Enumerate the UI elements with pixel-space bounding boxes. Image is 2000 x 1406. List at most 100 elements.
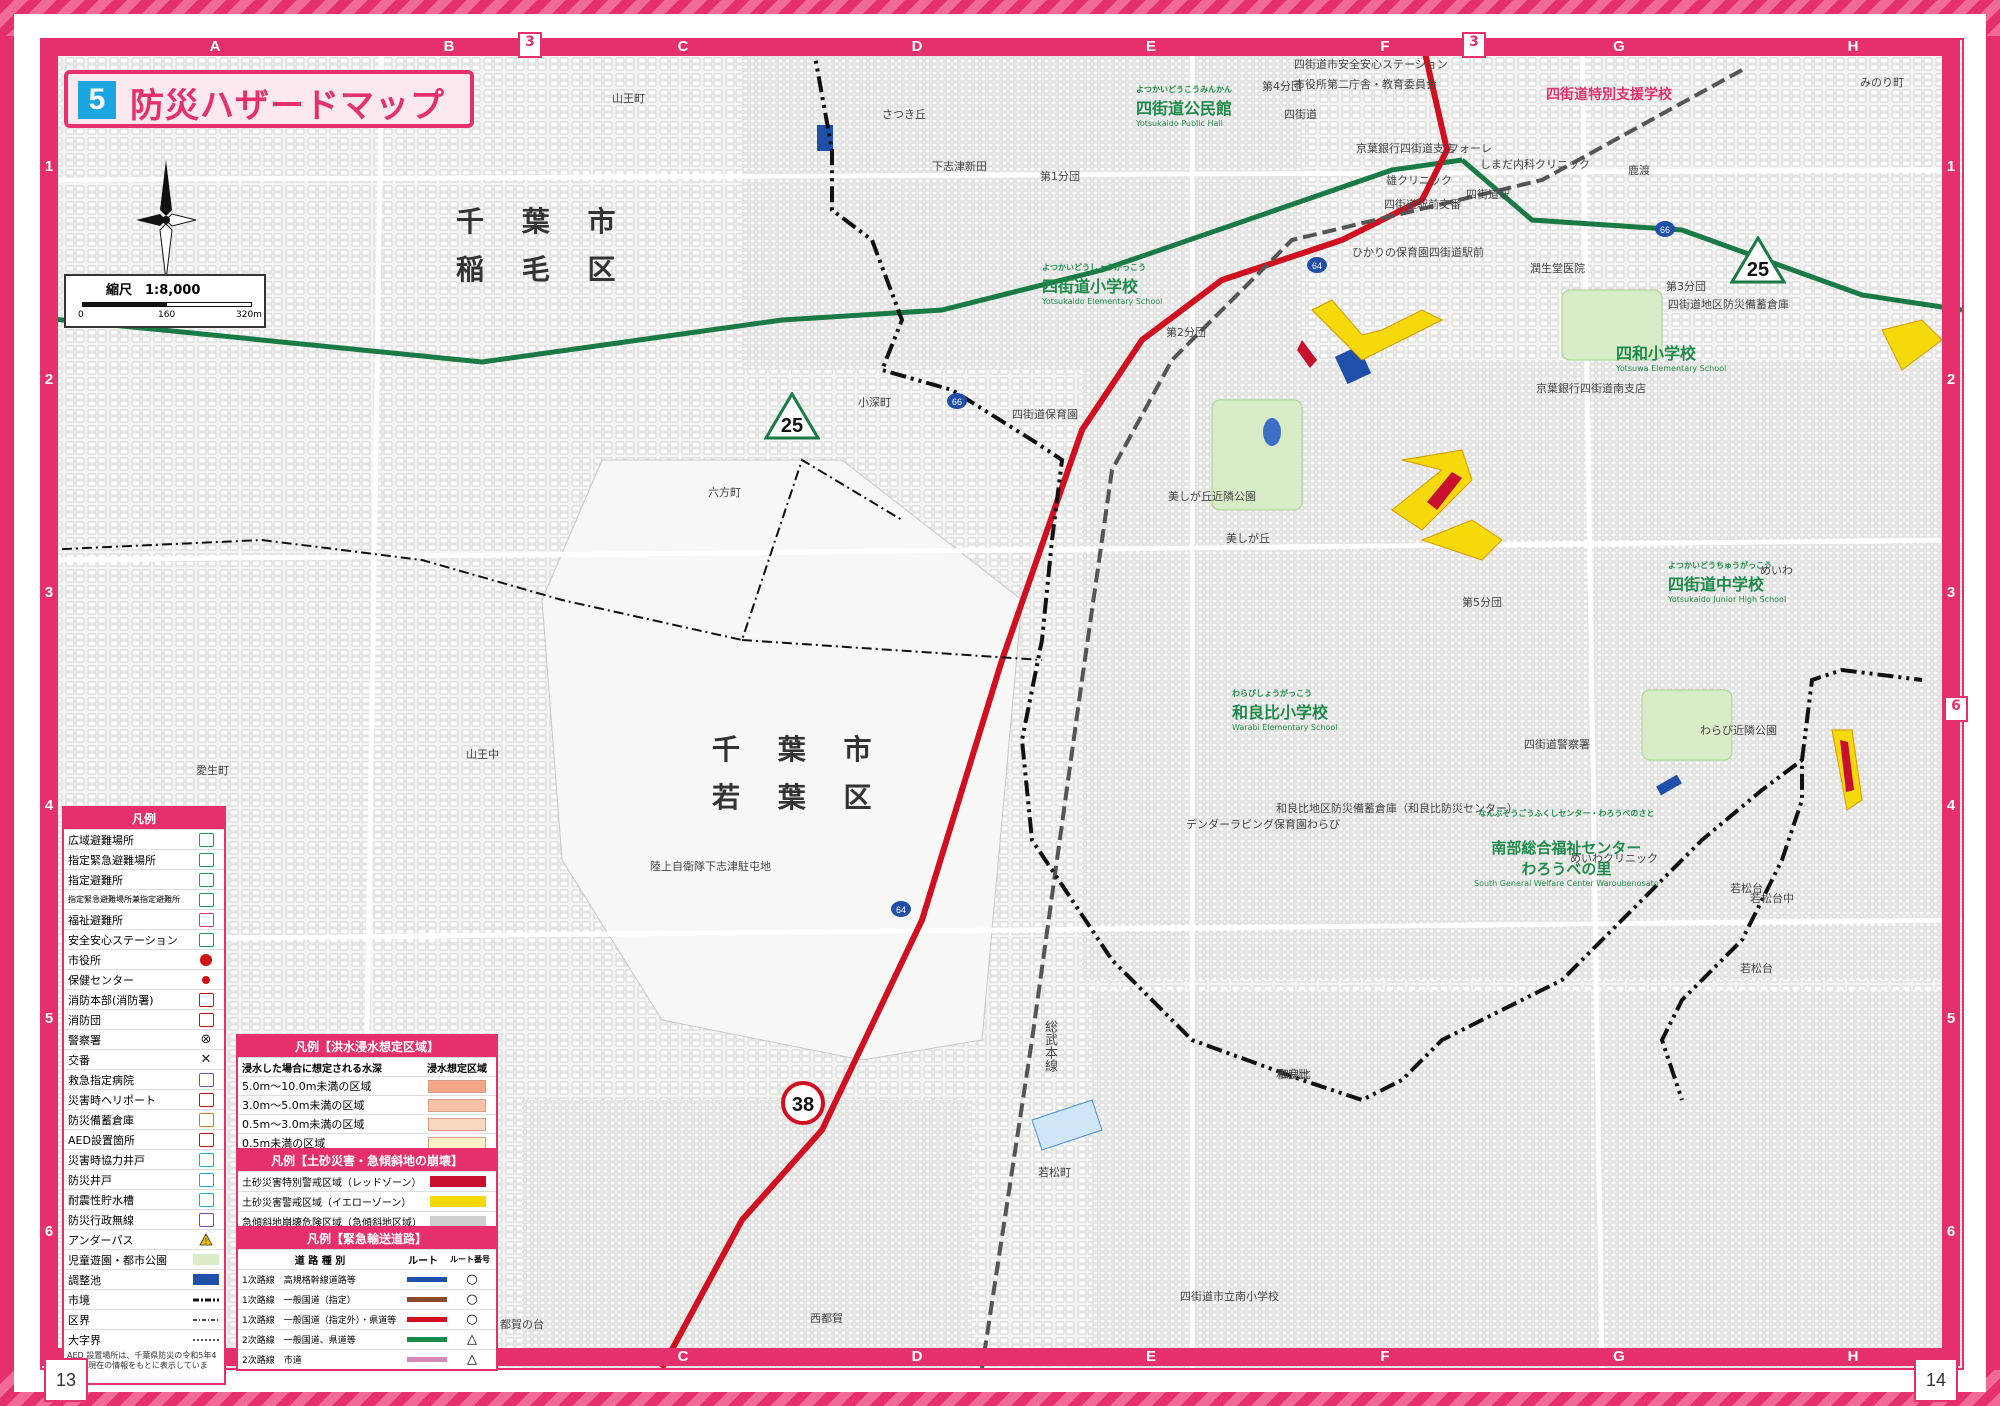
shelter-icon xyxy=(192,872,220,887)
place-label: 山王中 xyxy=(466,748,499,761)
facility-yotsukaido-es[interactable]: よつかいどうしょうがっこう 四街道小学校 Yotsukaido Elementa… xyxy=(1042,262,1162,306)
grid-col-E-bottom: E xyxy=(1145,1348,1156,1365)
route-row-label: 2次路線 一般国道、県道等 xyxy=(242,1336,356,1346)
place-label: 京葉銀行四街道支店 xyxy=(1356,142,1455,155)
route-legend-title: 凡例【緊急輸送道路】 xyxy=(238,1228,496,1249)
safety-station-icon xyxy=(192,932,220,947)
legend-item-label: 保健センター xyxy=(68,973,134,987)
route-legend-row: 1次路線 一般国道（指定） ○ xyxy=(238,1289,496,1309)
legend-item: 広域避難場所 xyxy=(64,829,224,849)
legend-item-label: 広域避難場所 xyxy=(68,833,134,847)
legend-item-label: 指定避難所 xyxy=(68,873,123,887)
grid-ruler-top: A B C D E F G H xyxy=(40,38,1960,56)
legend-item-label: 災害時協力井戸 xyxy=(68,1153,145,1167)
facility-warabi-es[interactable]: わらびしょうがっこう 和良比小学校 Warabi Elementary Scho… xyxy=(1232,688,1337,732)
section-number: 5 xyxy=(78,81,116,119)
legend-panel: 凡例 広域避難場所 指定緊急避難場所 指定避難所 指定緊急避難場所兼指定避難所 福祉避難… xyxy=(62,806,226,1385)
legend-item-label: 救急指定病院 xyxy=(68,1073,134,1087)
legend-item-label: 消防団 xyxy=(68,1013,101,1027)
legend-item-label: 防災備蓄倉庫 xyxy=(68,1113,134,1127)
legend-item: アンダーパス! xyxy=(64,1229,224,1249)
place-label: 陸上自衛隊下志津駐屯地 xyxy=(650,860,771,873)
dense-blocks-south xyxy=(522,1100,972,1368)
police-station-icon: ⊗ xyxy=(200,1032,212,1047)
park-swatch xyxy=(192,1253,220,1266)
place-label: フォーレ xyxy=(1448,142,1492,155)
grid-col-E: E xyxy=(1145,38,1156,55)
svg-text:!: ! xyxy=(204,1237,207,1246)
legend-item-label: 市役所 xyxy=(68,953,101,967)
route-legend-row: 2次路線 一般国道、県道等 △ xyxy=(238,1329,496,1349)
legend-item: 防災備蓄倉庫 xyxy=(64,1109,224,1129)
route-25-east-label: 25 xyxy=(1747,259,1769,281)
route-marker: △ xyxy=(467,1352,477,1367)
grid-row-5-right: 5 xyxy=(1946,1010,1956,1027)
legend-item: 児童遊園・都市公園 xyxy=(64,1249,224,1269)
place-label: 若松町 xyxy=(1038,1166,1071,1179)
route-legend-row: 2次路線 市道 △ xyxy=(238,1349,496,1369)
route-swatch xyxy=(407,1317,447,1322)
legend-item-label: 調整池 xyxy=(68,1273,101,1287)
scale-bar: 縮尺 1:8,000 0 160 320m xyxy=(64,274,266,328)
svg-text:66: 66 xyxy=(1660,225,1670,235)
grid-col-F: F xyxy=(1380,38,1390,55)
police-box-icon: ✕ xyxy=(200,1052,212,1067)
legend-item: 市境 xyxy=(64,1289,224,1309)
city-boundary-line xyxy=(192,1293,220,1306)
map-title-box: 5 防災ハザードマップ xyxy=(64,70,474,128)
scale-tick-0: 0 xyxy=(78,310,84,320)
place-label: 若松台 xyxy=(1740,962,1773,975)
adjacent-page-ref-top-right[interactable]: 3 xyxy=(1462,32,1486,58)
route-swatch xyxy=(407,1297,447,1302)
landslide-swatch xyxy=(430,1196,486,1207)
welfare-shelter-icon xyxy=(192,912,220,927)
fire-hq-icon xyxy=(192,992,220,1007)
facility-yotsukaido-es-ruby: よつかいどうしょうがっこう xyxy=(1042,263,1146,272)
city-hall-icon xyxy=(192,953,220,966)
combined-shelter-icon xyxy=(192,892,220,907)
storage-icon xyxy=(192,1112,220,1127)
route-marker: ○ xyxy=(466,1312,478,1327)
route-shield-38: 38 xyxy=(781,1081,825,1125)
place-label: 第3分団 xyxy=(1666,280,1706,293)
place-label: わらび近隣公園 xyxy=(1700,724,1777,737)
place-label: 小深町 xyxy=(858,396,891,409)
place-label: 四街道駅 xyxy=(1466,188,1510,201)
place-label: 四街道駅前交番 xyxy=(1384,198,1461,211)
legend-item-label: 大字界 xyxy=(68,1333,101,1347)
route-swatch xyxy=(407,1357,447,1362)
pond-swatch xyxy=(192,1273,220,1286)
place-label: 四街道保育園 xyxy=(1012,408,1078,421)
flood-legend: 凡例【洪水浸水想定区域】 浸水した場合に想定される水深 浸水想定区域 5.0m～… xyxy=(236,1034,498,1154)
place-label: 第1分団 xyxy=(1040,170,1080,183)
route-legend-row: 1次路線 一般国道（指定外）・県道等 ○ xyxy=(238,1309,496,1329)
underpass-icon: ! xyxy=(192,1233,220,1246)
legend-item: 安全安心ステーション xyxy=(64,929,224,949)
heliport-icon xyxy=(192,1092,220,1107)
hospital-icon xyxy=(192,1072,220,1087)
grid-row-6: 6 xyxy=(44,1223,54,1240)
place-label: 第4分団 xyxy=(1262,80,1302,93)
facility-tokubetsu[interactable]: 四街道特別支援学校 xyxy=(1546,84,1672,104)
page-number-right: 14 xyxy=(1914,1358,1958,1402)
page-title: 防災ハザードマップ xyxy=(130,86,445,126)
facility-yowa-es[interactable]: 四和小学校 Yotsuwa Elementary School xyxy=(1616,340,1726,373)
district-label-wakaba: 千 葉 市 若 葉 区 xyxy=(712,728,886,816)
place-label: 四街道市立南小学校 xyxy=(1180,1290,1279,1303)
facility-kominkan[interactable]: よつかいどうこうみんかん 四街道公民館 Yotsukaido Public Ha… xyxy=(1136,84,1232,128)
legend-item-label: AED設置箇所 xyxy=(68,1133,135,1147)
legend-item-label: アンダーパス xyxy=(68,1233,134,1247)
adjacent-page-ref-top-left[interactable]: 3 xyxy=(518,32,542,58)
route-swatch xyxy=(407,1337,447,1342)
legend-item: 調整池 xyxy=(64,1269,224,1289)
route-shield-64-north: 64 xyxy=(1307,257,1327,273)
svg-text:64: 64 xyxy=(896,905,906,915)
grid-row-3: 3 xyxy=(44,584,54,601)
adjacent-page-ref-right[interactable]: 6 xyxy=(1944,696,1968,722)
legend-item: 消防本部(消防署) xyxy=(64,989,224,1009)
landslide-legend: 凡例【土砂災害・急傾斜地の崩壊】 土砂災害特別警戒区域（レッドゾーン） 土砂災害警… xyxy=(236,1148,498,1233)
route-header-type: 道 路 種 別 xyxy=(294,1256,346,1267)
route-row-label: 1次路線 一般国道（指定外）・県道等 xyxy=(242,1316,397,1326)
legend-note: AED 設置場所は、千葉県防災の令和5年4月1日現在の情報をもとに表示しています… xyxy=(67,1351,217,1380)
svg-text:64: 64 xyxy=(1312,261,1322,271)
